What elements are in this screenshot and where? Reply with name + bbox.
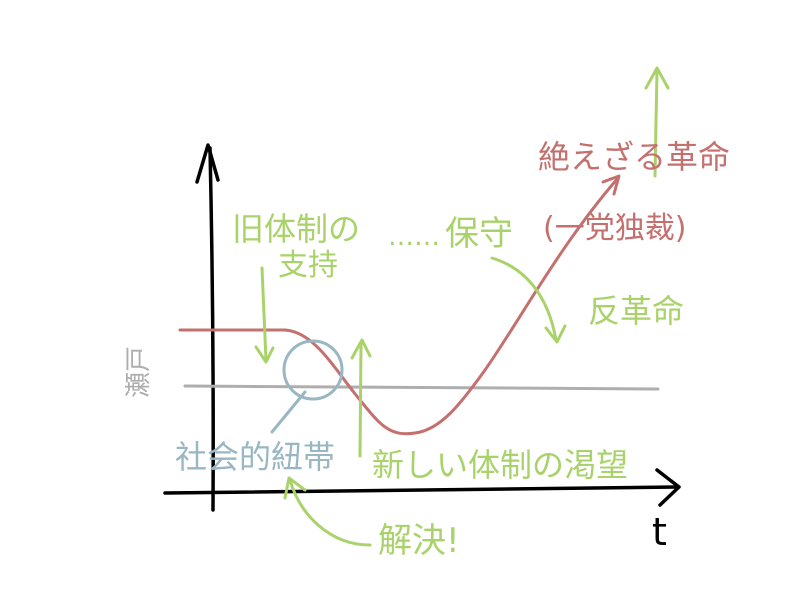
- labels: 瀬戸 t 旧体制の 支持 …… 保守 反革命 絶えざる革命 (一党独裁) 新しい…: [124, 138, 730, 561]
- social-ties-label: 社会的紐帯: [175, 438, 335, 476]
- diagram-canvas: 瀬戸 t 旧体制の 支持 …… 保守 反革命 絶えざる革命 (一党独裁) 新しい…: [124, 66, 730, 561]
- social-ties-pointer: [270, 390, 307, 434]
- social-ties-circle: [282, 339, 344, 401]
- permanent-revolution-label: 絶えざる革命: [538, 138, 730, 176]
- new-desire-up-arrow: [358, 342, 363, 458]
- threshold-line: [183, 384, 660, 391]
- old-support-down-arrow: [260, 266, 268, 362]
- ellipsis-label: ……: [388, 222, 440, 252]
- dictatorship-label: (一党独裁): [543, 211, 686, 246]
- new-system-desire-label: 新しい体制の渇望: [372, 446, 628, 484]
- t-axis-label: t: [652, 510, 667, 554]
- x-axis: [163, 485, 678, 495]
- conserve-label: 保守: [445, 214, 513, 254]
- old-support-label-2: 支持: [278, 248, 338, 283]
- liberation-label: 解決!: [378, 521, 460, 561]
- threshold-label: 瀬戸: [124, 346, 154, 398]
- old-support-label: 旧体制の: [232, 210, 360, 248]
- y-axis-arrowhead: [195, 143, 220, 184]
- counter-revolution-label: 反革命: [588, 292, 684, 330]
